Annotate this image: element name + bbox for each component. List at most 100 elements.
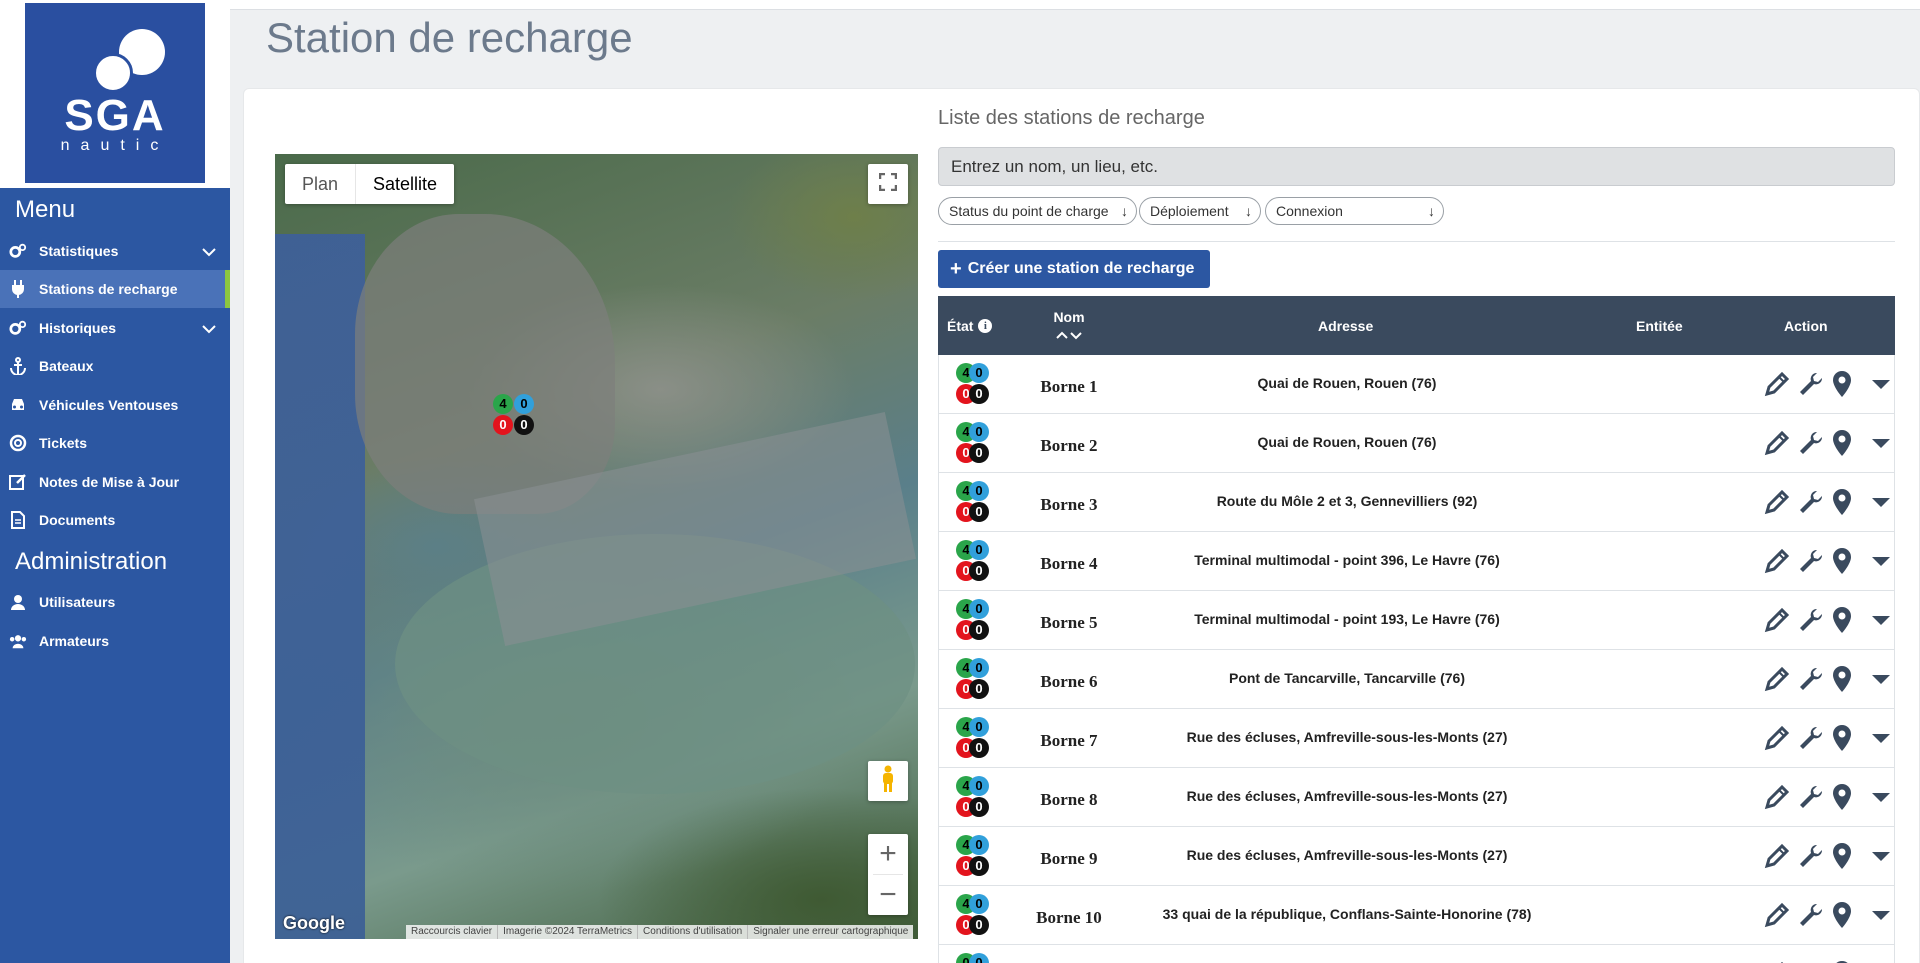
station-address: Quai de Rouen, Rouen (76): [1257, 375, 1437, 391]
sidebar-item-utilisateurs[interactable]: Utilisateurs: [0, 583, 230, 621]
sidebar-item-notes[interactable]: Notes de Mise à Jour: [0, 463, 230, 501]
pencil-icon[interactable]: [1763, 665, 1791, 698]
count-blue: 0: [969, 717, 989, 737]
map-marker-cluster[interactable]: 4 0 0 0: [493, 394, 537, 436]
wrench-icon[interactable]: [1797, 783, 1825, 816]
map-pin-icon[interactable]: [1831, 901, 1853, 934]
filter-deploiement[interactable]: Déploiement ↓: [1139, 197, 1261, 225]
table-row[interactable]: 4 0 0 0 Borne 2 Quai de Rouen, Rouen (76): [938, 414, 1895, 473]
terms-link[interactable]: Conditions d'utilisation: [637, 925, 747, 939]
chevron-down-icon[interactable]: [202, 244, 216, 260]
map-type-control: Plan Satellite: [285, 164, 455, 204]
table-row[interactable]: 4 0 0 0 Borne 1 Quai de Rouen, Rouen (76): [938, 355, 1895, 414]
col-nom[interactable]: Nom: [1033, 296, 1105, 355]
map-pin-icon[interactable]: [1831, 665, 1853, 698]
map-pin-icon[interactable]: [1831, 370, 1853, 403]
pencil-icon[interactable]: [1763, 724, 1791, 757]
table-row[interactable]: 4 0 0 0 Borne 7 Rue des écluses, Amfreville-s…: [938, 709, 1895, 768]
sidebar-item-label: Documents: [39, 512, 116, 528]
table-row[interactable]: 00: [938, 945, 1895, 963]
count-blue: 0: [969, 363, 989, 383]
caret-down-icon[interactable]: [1871, 732, 1891, 750]
pencil-icon[interactable]: [1763, 783, 1791, 816]
sidebar-item-bateaux[interactable]: Bateaux: [0, 347, 230, 385]
count-blue: 0: [969, 894, 989, 914]
caret-down-icon[interactable]: [1871, 614, 1891, 632]
pencil-icon[interactable]: [1763, 429, 1791, 462]
map-type-satellite-button[interactable]: Satellite: [355, 164, 454, 204]
pencil-icon[interactable]: [1763, 606, 1791, 639]
sidebar-item-vehicules[interactable]: Véhicules Ventouses: [0, 386, 230, 424]
caret-down-icon[interactable]: [1871, 437, 1891, 455]
station-address: Rue des écluses, Amfreville-sous-les-Mon…: [1186, 847, 1508, 863]
wrench-icon[interactable]: [1797, 429, 1825, 462]
caret-down-icon[interactable]: [1871, 791, 1891, 809]
wrench-icon[interactable]: [1797, 547, 1825, 580]
table-row[interactable]: 4 0 0 0 Borne 4 Terminal multimodal - point 3…: [938, 532, 1895, 591]
wrench-icon[interactable]: [1797, 665, 1825, 698]
pencil-icon[interactable]: [1763, 488, 1791, 521]
map-pin-icon[interactable]: [1831, 842, 1853, 875]
pencil-icon[interactable]: [1763, 547, 1791, 580]
wrench-icon[interactable]: [1797, 842, 1825, 875]
sidebar-item-tickets[interactable]: Tickets: [0, 424, 230, 462]
caret-down-icon[interactable]: [1871, 673, 1891, 691]
count-black: 0: [969, 915, 989, 935]
filter-connexion[interactable]: Connexion ↓: [1265, 197, 1444, 225]
caret-down-icon[interactable]: [1871, 850, 1891, 868]
sidebar-item-armateurs[interactable]: Armateurs: [0, 622, 230, 660]
chevron-down-icon[interactable]: [202, 321, 216, 337]
count-green: 4: [493, 394, 513, 414]
table-header: État i Nom Adresse Entitée Action: [938, 296, 1895, 355]
pencil-icon[interactable]: [1763, 370, 1791, 403]
wrench-icon[interactable]: [1797, 724, 1825, 757]
map-pin-icon[interactable]: [1831, 783, 1853, 816]
map-pin-icon[interactable]: [1831, 724, 1853, 757]
google-logo[interactable]: Google: [283, 913, 345, 934]
table-row[interactable]: 4 0 0 0 Borne 5 Terminal multimodal - point 1…: [938, 591, 1895, 650]
map-pin-icon[interactable]: [1831, 488, 1853, 521]
sidebar-item-stations[interactable]: Stations de recharge: [0, 270, 230, 308]
caret-down-icon[interactable]: [1871, 496, 1891, 514]
sidebar-item-statistiques[interactable]: Statistiques: [0, 232, 230, 270]
create-station-button[interactable]: + Créer une station de recharge: [938, 250, 1210, 288]
keyboard-shortcuts-link[interactable]: Raccourcis clavier: [406, 925, 497, 939]
lifebuoy-icon: [9, 434, 27, 452]
map-pin-icon[interactable]: [1831, 429, 1853, 462]
info-icon[interactable]: i: [978, 318, 993, 333]
street-view-button[interactable]: [868, 761, 908, 801]
wrench-icon[interactable]: [1797, 488, 1825, 521]
caret-down-icon[interactable]: [1871, 378, 1891, 396]
station-name: Borne 7: [1040, 731, 1098, 750]
caret-down-icon[interactable]: [1871, 909, 1891, 927]
sort-icon[interactable]: [1055, 327, 1083, 343]
map[interactable]: [275, 154, 918, 939]
caret-down-icon[interactable]: [1871, 555, 1891, 573]
zoom-in-button[interactable]: +: [868, 834, 908, 874]
anchor-icon: [9, 357, 27, 375]
map-type-plan-button[interactable]: Plan: [285, 164, 355, 204]
arrow-down-icon: ↓: [1245, 203, 1252, 219]
station-address: Rue des écluses, Amfreville-sous-les-Mon…: [1186, 788, 1508, 804]
table-row[interactable]: 4 0 0 0 Borne 8 Rue des écluses, Amfreville-s…: [938, 768, 1895, 827]
pencil-icon[interactable]: [1763, 842, 1791, 875]
logo[interactable]: SGA nautic: [25, 3, 205, 183]
map-pin-icon[interactable]: [1831, 547, 1853, 580]
wrench-icon[interactable]: [1797, 606, 1825, 639]
pencil-icon[interactable]: [1763, 901, 1791, 934]
sidebar-item-historiques[interactable]: Historiques: [0, 309, 230, 347]
wrench-icon[interactable]: [1797, 901, 1825, 934]
table-row[interactable]: 4 0 0 0 Borne 10 33 quai de la république, Co…: [938, 886, 1895, 945]
sidebar-item-label: Historiques: [39, 320, 117, 336]
report-error-link[interactable]: Signaler une erreur cartographique: [747, 925, 913, 939]
table-row[interactable]: 4 0 0 0 Borne 6 Pont de Tancarville, Tancarvi…: [938, 650, 1895, 709]
table-row[interactable]: 4 0 0 0 Borne 3 Route du Môle 2 et 3, Gennevi…: [938, 473, 1895, 532]
sidebar-item-documents[interactable]: Documents: [0, 501, 230, 539]
filter-status[interactable]: Status du point de charge ↓: [938, 197, 1137, 225]
search-input[interactable]: Entrez un nom, un lieu, etc.: [938, 147, 1895, 186]
wrench-icon[interactable]: [1797, 370, 1825, 403]
fullscreen-button[interactable]: [868, 164, 908, 204]
map-pin-icon[interactable]: [1831, 606, 1853, 639]
table-row[interactable]: 4 0 0 0 Borne 9 Rue des écluses, Amfreville-s…: [938, 827, 1895, 886]
zoom-out-button[interactable]: −: [868, 875, 908, 915]
